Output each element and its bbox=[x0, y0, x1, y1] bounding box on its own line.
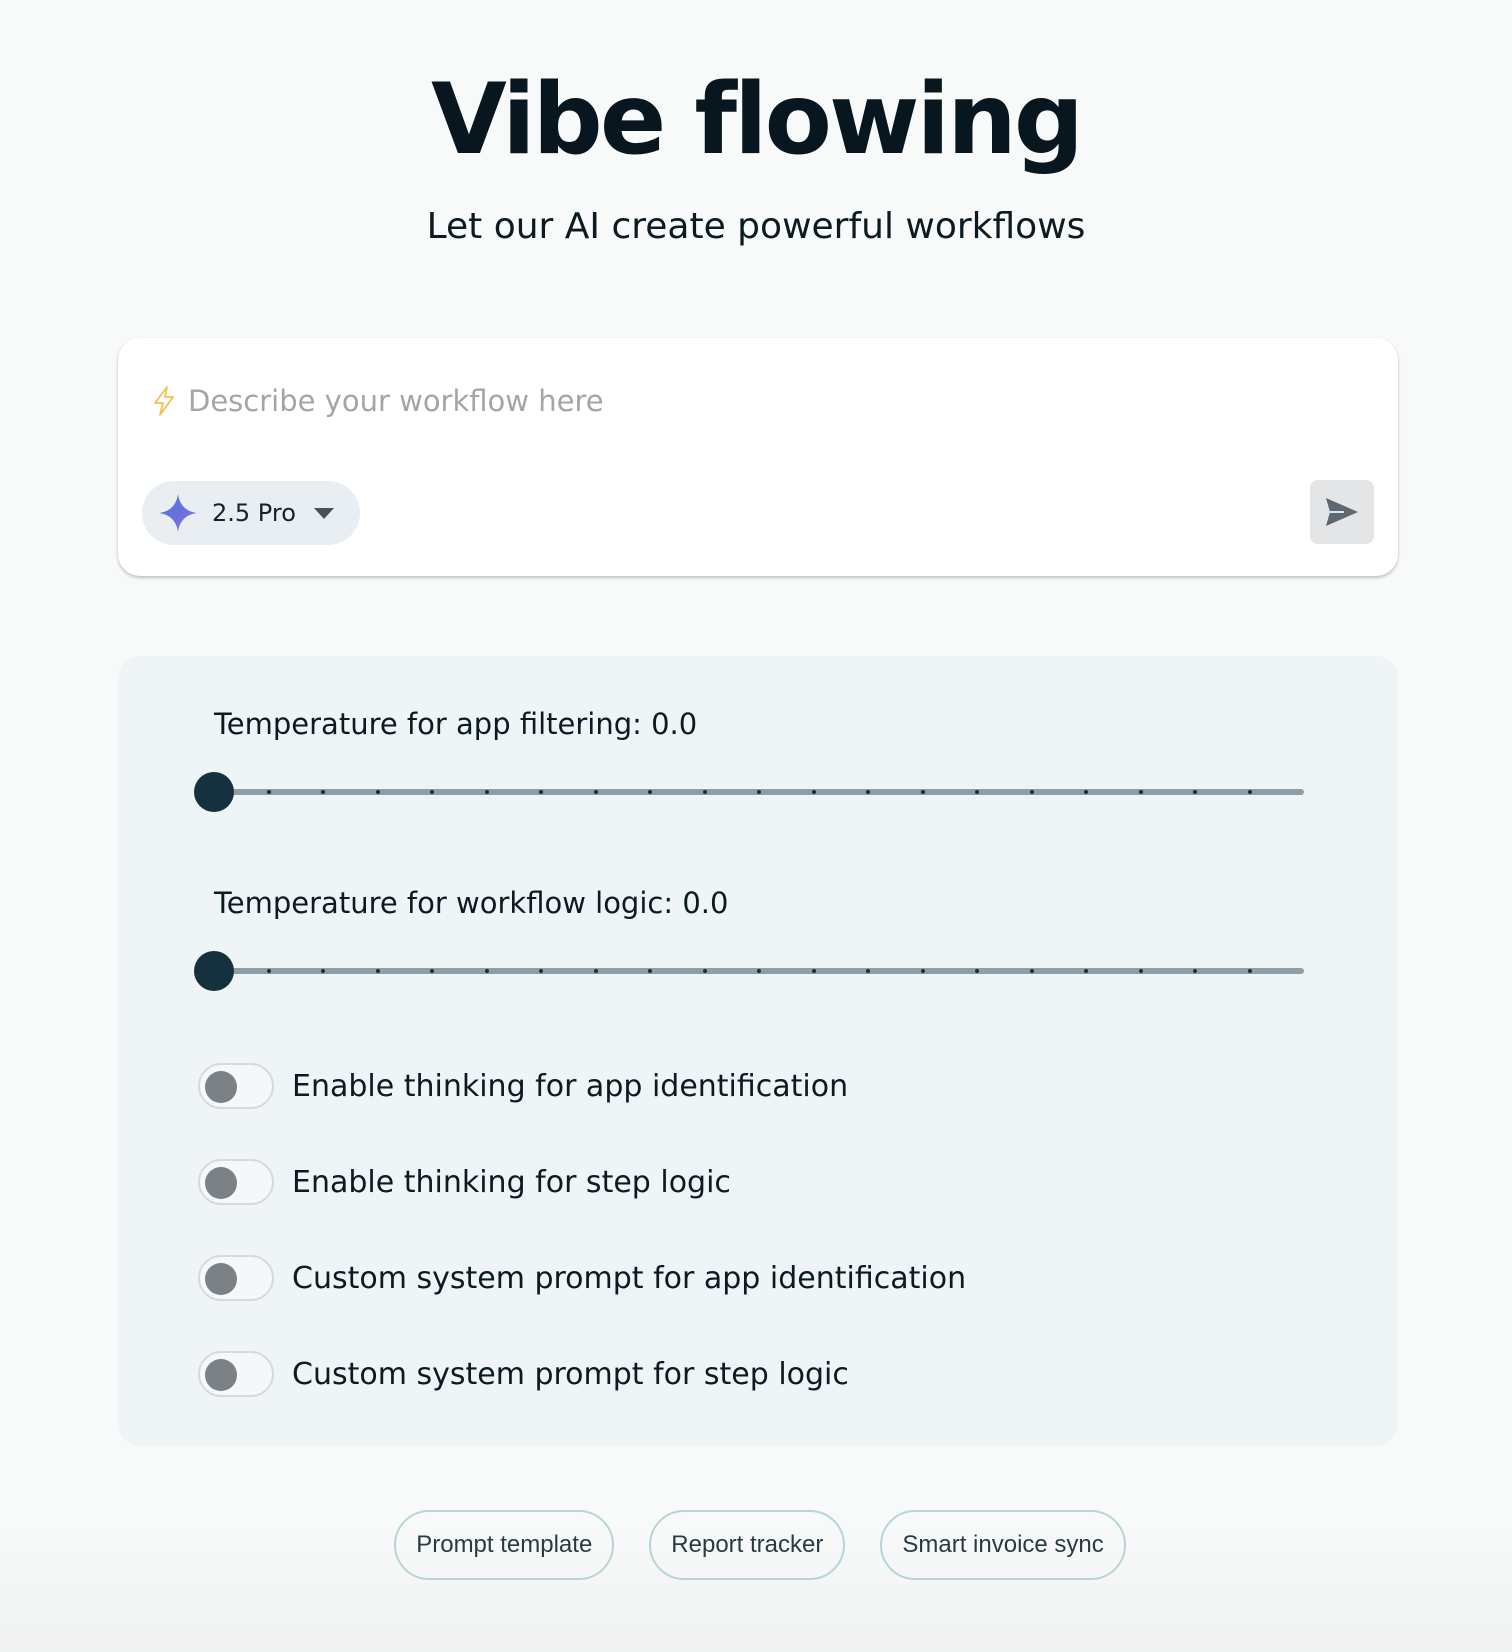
slider-tick bbox=[1138, 790, 1143, 794]
slider-tick bbox=[866, 969, 870, 973]
slider-tick bbox=[593, 790, 598, 794]
thinking-app-identification-toggle[interactable] bbox=[198, 1063, 274, 1109]
slider-tick bbox=[1247, 790, 1252, 794]
toggle-label: Custom system prompt for app identificat… bbox=[292, 1260, 967, 1296]
toggle-row-thinking-app-identification: Enable thinking for app identification bbox=[198, 1060, 848, 1112]
prompt-card: 2.5 Pro bbox=[118, 338, 1398, 576]
sparkle-icon bbox=[158, 493, 198, 533]
slider-tick bbox=[539, 790, 543, 794]
settings-panel: Temperature for app filtering: 0.0 Tempe… bbox=[118, 656, 1398, 1446]
slider-tick bbox=[430, 969, 434, 973]
slider-thumb[interactable] bbox=[194, 951, 234, 991]
temperature-app-filtering-slider[interactable] bbox=[194, 772, 1304, 812]
slider-tick bbox=[811, 969, 816, 973]
toggle-row-custom-prompt-step-logic: Custom system prompt for step logic bbox=[198, 1348, 849, 1400]
slider-tick bbox=[648, 969, 652, 973]
toggle-knob bbox=[205, 1359, 237, 1391]
chevron-down-icon bbox=[313, 507, 334, 519]
slider-tick bbox=[375, 790, 380, 794]
suggestion-chip-report-tracker[interactable]: Report tracker bbox=[649, 1510, 846, 1580]
slider-tick bbox=[484, 790, 489, 794]
lightning-bolt-icon bbox=[152, 386, 176, 416]
page-title: Vibe flowing bbox=[430, 63, 1084, 177]
toggle-knob bbox=[205, 1263, 237, 1295]
slider-tick bbox=[375, 969, 380, 973]
custom-prompt-step-logic-toggle[interactable] bbox=[198, 1351, 274, 1397]
slider-tick bbox=[920, 969, 925, 973]
slider-tick bbox=[1029, 969, 1034, 973]
slider-tick bbox=[702, 790, 707, 794]
send-button[interactable] bbox=[1310, 480, 1374, 544]
slider-tick bbox=[430, 790, 434, 794]
slider-tick bbox=[1247, 969, 1252, 973]
slider-tick bbox=[648, 790, 652, 794]
prompt-row bbox=[152, 378, 1364, 424]
slider-tick bbox=[702, 969, 707, 973]
slider-thumb[interactable] bbox=[194, 772, 234, 812]
slider-tick bbox=[975, 790, 979, 794]
slider-tick bbox=[539, 969, 543, 973]
slider-tick bbox=[1193, 790, 1197, 794]
temperature-workflow-logic-slider[interactable] bbox=[194, 951, 1304, 991]
slider-tick bbox=[321, 790, 325, 794]
slider-tick bbox=[266, 790, 271, 794]
slider-label-workflow-logic: Temperature for workflow logic: 0.0 bbox=[214, 886, 729, 920]
model-label: 2.5 Pro bbox=[212, 499, 296, 527]
slider-label-app-filtering: Temperature for app filtering: 0.0 bbox=[214, 707, 698, 741]
slider-tick bbox=[1084, 790, 1088, 794]
suggestion-chip-smart-invoice-sync[interactable]: Smart invoice sync bbox=[880, 1510, 1126, 1580]
slider-tick bbox=[975, 969, 979, 973]
slider-tick bbox=[1138, 969, 1143, 973]
toggle-knob bbox=[205, 1071, 237, 1103]
send-arrow-icon bbox=[1324, 496, 1360, 528]
slider-tick bbox=[757, 969, 761, 973]
slider-tick bbox=[757, 790, 761, 794]
slider-tick bbox=[484, 969, 489, 973]
slider-tick bbox=[866, 790, 870, 794]
workflow-prompt-input[interactable] bbox=[188, 384, 1364, 418]
slider-tick bbox=[1029, 790, 1034, 794]
slider-tick bbox=[920, 790, 925, 794]
model-selector[interactable]: 2.5 Pro bbox=[142, 481, 360, 545]
toggle-label: Enable thinking for step logic bbox=[292, 1164, 731, 1200]
suggestion-chips: Prompt template Report tracker Smart inv… bbox=[0, 1510, 1512, 1580]
slider-tick bbox=[593, 969, 598, 973]
slider-tick bbox=[1193, 969, 1197, 973]
slider-tick bbox=[266, 969, 271, 973]
slider-tick bbox=[1084, 969, 1088, 973]
custom-prompt-app-identification-toggle[interactable] bbox=[198, 1255, 274, 1301]
slider-tick bbox=[811, 790, 816, 794]
toggle-label: Custom system prompt for step logic bbox=[292, 1356, 849, 1392]
suggestion-chip-prompt-template[interactable]: Prompt template bbox=[394, 1510, 615, 1580]
page-subtitle: Let our AI create powerful workflows bbox=[426, 206, 1086, 247]
slider-tick bbox=[321, 969, 325, 973]
toggle-label: Enable thinking for app identification bbox=[292, 1068, 849, 1104]
toggle-row-custom-prompt-app-identification: Custom system prompt for app identificat… bbox=[198, 1252, 966, 1304]
toggle-row-thinking-step-logic: Enable thinking for step logic bbox=[198, 1156, 731, 1208]
thinking-step-logic-toggle[interactable] bbox=[198, 1159, 274, 1205]
toggle-knob bbox=[205, 1167, 237, 1199]
